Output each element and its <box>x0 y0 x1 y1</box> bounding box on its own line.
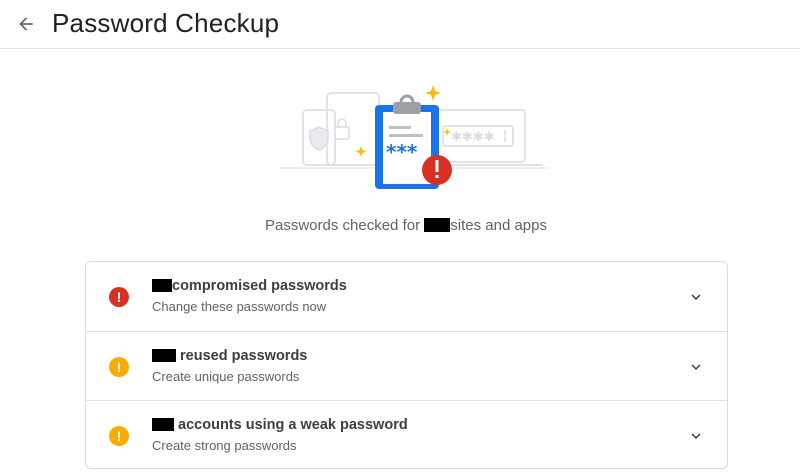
page-title: Password Checkup <box>52 8 280 38</box>
error-icon: ! <box>109 287 129 307</box>
password-checkup-illustration: ✱✱✱✱ *** <box>280 85 550 189</box>
arrow-back-icon <box>19 17 33 31</box>
chevron-down-icon[interactable] <box>687 427 705 445</box>
chevron-down-icon[interactable] <box>687 288 705 306</box>
summary-text: Passwords checked for sites and apps <box>0 217 800 234</box>
summary-suffix: sites and apps <box>450 217 547 234</box>
back-button[interactable] <box>10 8 42 40</box>
phone-icon <box>302 109 336 166</box>
issue-subtitle: Change these passwords now <box>152 299 327 314</box>
issue-title: accounts using a weak password <box>152 417 408 433</box>
issue-title-text: reused passwords <box>180 348 308 364</box>
issue-title: reused passwords <box>152 348 307 364</box>
top-bar: Password Checkup <box>0 0 800 49</box>
summary-prefix: Passwords checked for <box>265 217 421 234</box>
issue-subtitle: Create strong passwords <box>152 438 297 453</box>
redacted-count <box>152 418 174 431</box>
svg-text:✱✱✱✱: ✱✱✱✱ <box>451 130 495 145</box>
issue-title-text: accounts using a weak password <box>178 417 408 433</box>
svg-text:***: *** <box>386 140 418 164</box>
alert-badge-icon <box>422 155 452 185</box>
issue-row-weak[interactable]: ! accounts using a weak password Create … <box>86 400 727 468</box>
issue-row-reused[interactable]: ! reused passwords Create unique passwor… <box>86 331 727 402</box>
issue-subtitle: Create unique passwords <box>152 369 300 384</box>
warning-icon: ! <box>109 357 129 377</box>
issues-card: ! compromised passwords Change these pas… <box>85 261 728 469</box>
redacted-count <box>424 218 451 232</box>
issue-title: compromised passwords <box>152 278 347 294</box>
issue-row-compromised[interactable]: ! compromised passwords Change these pas… <box>86 262 727 332</box>
password-field-icon: ✱✱✱✱ <box>442 125 514 147</box>
issue-title-text: compromised passwords <box>172 278 347 294</box>
chevron-down-icon[interactable] <box>687 358 705 376</box>
warning-icon: ! <box>109 426 129 446</box>
redacted-count <box>152 279 172 292</box>
redacted-count <box>152 349 176 362</box>
